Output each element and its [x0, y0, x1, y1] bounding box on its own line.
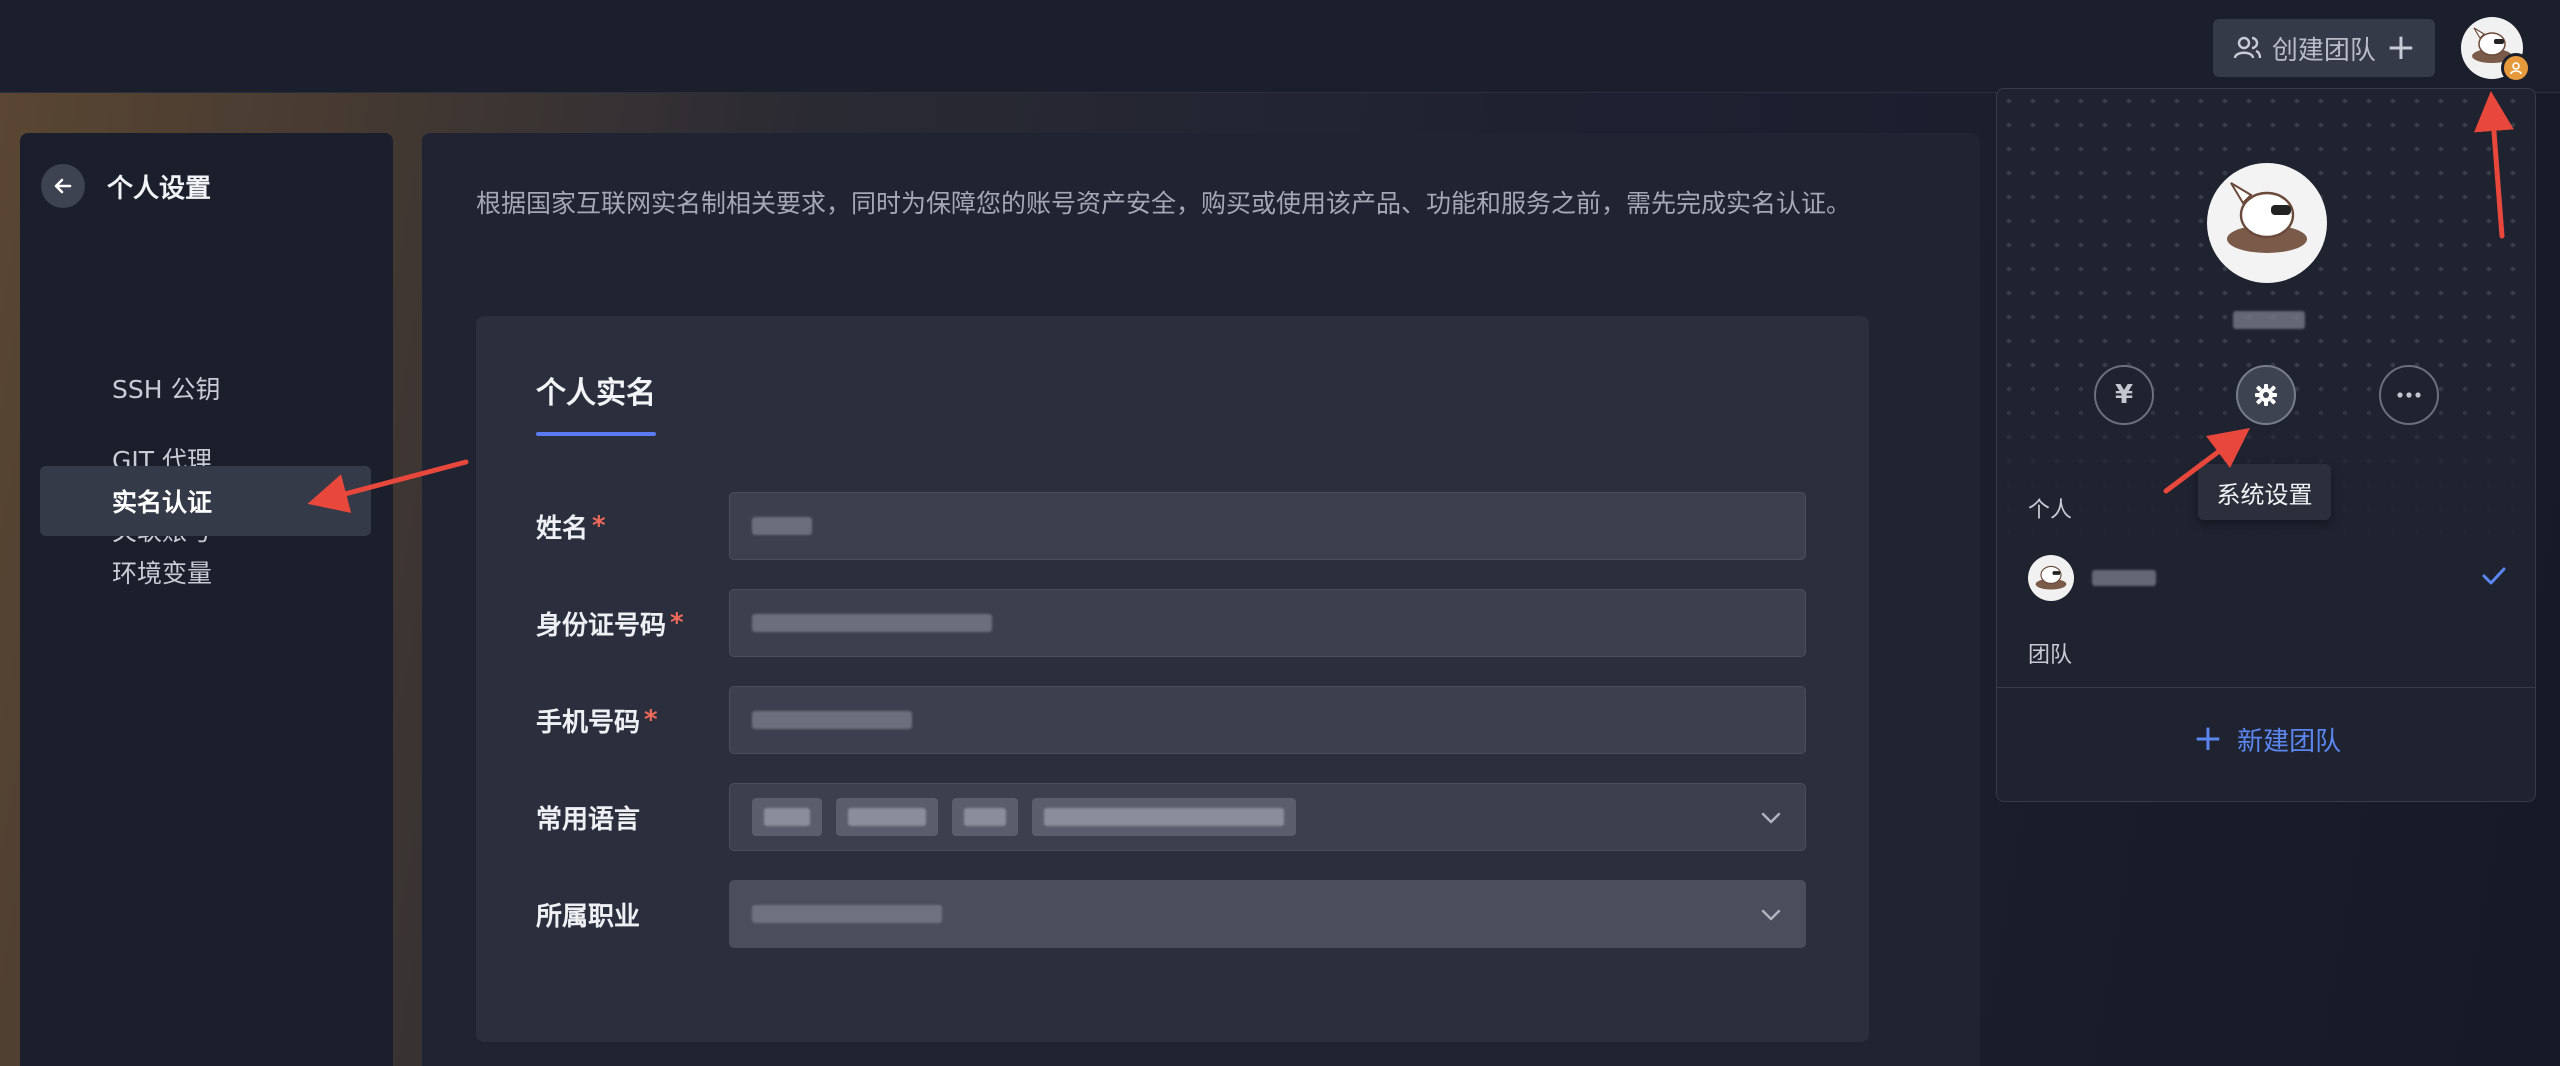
back-button[interactable] [41, 164, 85, 208]
id-number-input[interactable] [729, 589, 1806, 657]
field-label-text: 手机号码 [536, 707, 641, 738]
redacted-value [764, 808, 810, 826]
system-settings-tooltip: 系统设置 [2198, 464, 2331, 520]
form-row-name: 姓名 * [536, 492, 1806, 560]
more-button[interactable] [2379, 365, 2439, 425]
required-asterisk: * [644, 705, 658, 735]
name-input[interactable] [729, 492, 1806, 560]
redacted-value [752, 905, 942, 923]
gear-icon [2255, 384, 2277, 406]
form-row-language: 常用语言 [536, 783, 1806, 851]
create-team-button[interactable]: 创建团队 + [2213, 19, 2435, 77]
language-select[interactable] [729, 783, 1806, 851]
form-row-phone: 手机号码 * [536, 686, 1806, 754]
occupation-select[interactable] [729, 880, 1806, 948]
field-label-text: 所属职业 [536, 901, 641, 932]
chevron-down-icon [1761, 812, 1781, 824]
personal-account-item[interactable] [2028, 552, 2508, 602]
account-avatar [2028, 555, 2074, 601]
language-tag[interactable] [952, 798, 1018, 836]
active-tab-indicator [536, 432, 656, 436]
verification-notice: 根据国家互联网实名制相关要求，同时为保障您的账号资产安全，购买或使用该产品、功能… [476, 189, 1852, 218]
form-row-id-number: 身份证号码 * [536, 589, 1806, 657]
system-settings-button[interactable] [2236, 365, 2296, 425]
sidebar-item-label: 实名认证 [112, 488, 213, 517]
sidebar-item-label: 环境变量 [112, 559, 213, 588]
redacted-username [2233, 311, 2305, 329]
redacted-value [1044, 808, 1284, 826]
field-label-text: 身份证号码 [536, 610, 667, 641]
section-team-label: 团队 [2028, 643, 2073, 668]
field-label: 所属职业 [536, 880, 640, 948]
settings-sidebar: 个人设置 SSH 公钥 GIT 代理 关联账号 实名认证 环境变量 [20, 133, 393, 1066]
top-bar: 创建团队 + [0, 0, 2560, 93]
field-label: 姓名 * [536, 492, 606, 560]
language-tag[interactable] [1032, 798, 1296, 836]
sidebar-header: 个人设置 [41, 164, 211, 208]
avatar-mascot-icon [2035, 565, 2067, 590]
chevron-down-icon [1761, 909, 1781, 921]
plus-icon: + [2192, 718, 2224, 759]
main-content: 根据国家互联网实名制相关要求，同时为保障您的账号资产安全，购买或使用该产品、功能… [422, 133, 1980, 1066]
redacted-value [752, 517, 812, 535]
check-icon [2482, 567, 2506, 585]
create-team-label: 创建团队 [2271, 35, 2376, 66]
field-label-text: 常用语言 [536, 804, 641, 835]
redacted-value [848, 808, 926, 826]
sidebar-item-real-name-verification[interactable]: 实名认证 [40, 466, 371, 536]
redacted-account-name [2092, 570, 2156, 586]
new-team-button[interactable]: + 新建团队 [1997, 718, 2535, 759]
language-tag[interactable] [752, 798, 822, 836]
language-tag[interactable] [836, 798, 938, 836]
redacted-value [752, 711, 912, 729]
required-asterisk: * [592, 511, 606, 541]
sidebar-item-ssh-keys[interactable]: SSH 公钥 [40, 353, 371, 423]
tab-personal-verification[interactable]: 个人实名 [536, 368, 656, 412]
new-team-label: 新建团队 [2237, 726, 2342, 757]
redacted-value [964, 808, 1006, 826]
user-badge-icon [2501, 53, 2531, 83]
divider [1997, 687, 2535, 688]
sidebar-item-env-variables[interactable]: 环境变量 [40, 537, 371, 607]
user-avatar-button[interactable] [2461, 17, 2531, 83]
profile-avatar[interactable] [2207, 163, 2327, 283]
field-label-text: 姓名 [536, 513, 589, 544]
yen-icon: ¥ [2114, 380, 2134, 410]
field-label: 常用语言 [536, 783, 640, 851]
sidebar-item-label: SSH 公钥 [112, 375, 221, 404]
field-label: 身份证号码 * [536, 589, 684, 657]
phone-input[interactable] [729, 686, 1806, 754]
plus-icon: + [2385, 27, 2417, 68]
avatar-mascot-icon [2227, 182, 2307, 253]
sidebar-title: 个人设置 [107, 173, 212, 204]
page: 创建团队 + 个人设置 SSH 公钥 GIT 代理 实名认证 环境变量 根据国家… [0, 0, 2560, 1066]
more-dots-icon [2397, 392, 2421, 398]
required-asterisk: * [670, 608, 684, 638]
form-row-occupation: 所属职业 [536, 880, 1806, 948]
field-label: 手机号码 * [536, 686, 658, 754]
redacted-value [752, 614, 992, 632]
users-icon [2233, 36, 2262, 59]
billing-button[interactable]: ¥ [2094, 365, 2154, 425]
user-menu-panel: ¥ 系统设置 个人 团队 + 新建团队 [1996, 88, 2536, 802]
section-personal-label: 个人 [2028, 498, 2073, 523]
arrow-left-icon [54, 178, 72, 194]
verification-form-card: 个人实名 姓名 * 身份证号码 * 手机号码 * 常用语言 所属职业 [476, 316, 1869, 1042]
